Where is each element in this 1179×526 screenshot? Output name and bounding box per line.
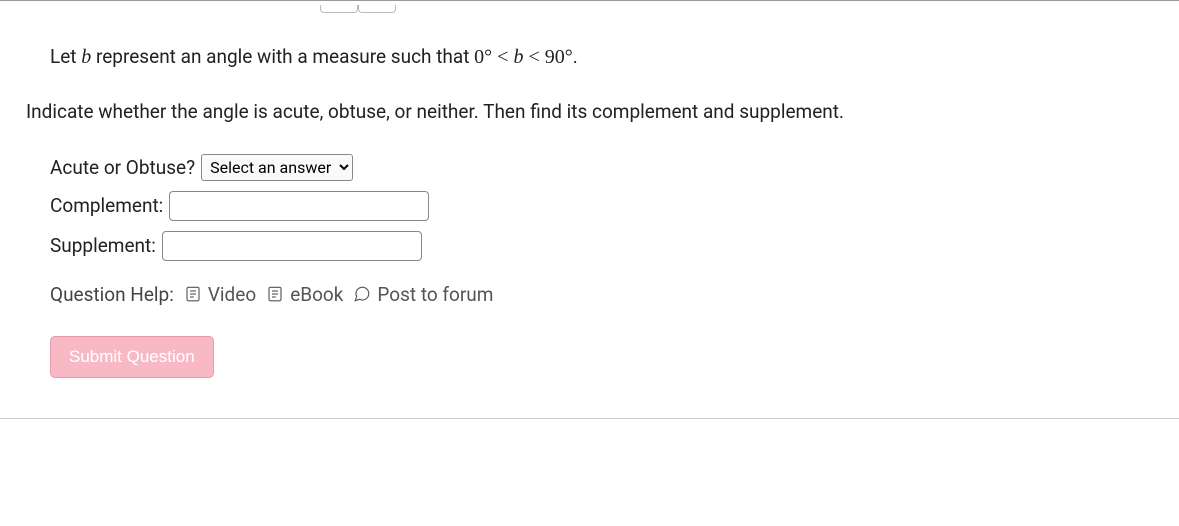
text: Let bbox=[50, 45, 81, 68]
question-help: Question Help: Video eBook bbox=[50, 283, 1149, 306]
row-complement: Complement: bbox=[50, 191, 1149, 221]
row-acute-obtuse: Acute or Obtuse? Select an answer bbox=[50, 154, 1149, 181]
prompt-line-2: Indicate whether the angle is acute, obt… bbox=[26, 99, 1149, 126]
submit-button[interactable]: Submit Question bbox=[50, 336, 214, 378]
math-range: 0° < b < 90° bbox=[474, 46, 573, 68]
variable-b: b bbox=[81, 46, 91, 68]
input-supplement[interactable] bbox=[162, 231, 422, 261]
row-supplement: Supplement: bbox=[50, 231, 1149, 261]
nav-remnant bbox=[320, 5, 1179, 13]
select-acute-obtuse[interactable]: Select an answer bbox=[201, 154, 353, 181]
question-container: Let b represent an angle with a measure … bbox=[0, 0, 1179, 419]
text: . bbox=[573, 45, 578, 68]
label-supplement: Supplement: bbox=[50, 234, 156, 257]
help-ebook-label: eBook bbox=[290, 283, 343, 306]
help-label: Question Help: bbox=[50, 283, 174, 306]
help-forum-link[interactable]: Post to forum bbox=[353, 283, 493, 306]
input-complement[interactable] bbox=[169, 191, 429, 221]
prompt-line-1: Let b represent an angle with a measure … bbox=[50, 43, 1149, 71]
help-ebook-link[interactable]: eBook bbox=[266, 283, 343, 306]
help-forum-label: Post to forum bbox=[377, 283, 493, 306]
video-icon bbox=[184, 285, 202, 303]
question-content: Let b represent an angle with a measure … bbox=[0, 13, 1179, 418]
forum-icon bbox=[353, 285, 371, 303]
ebook-icon bbox=[266, 285, 284, 303]
help-video-label: Video bbox=[208, 283, 256, 306]
label-complement: Complement: bbox=[50, 194, 163, 217]
help-video-link[interactable]: Video bbox=[184, 283, 256, 306]
label-acute-obtuse: Acute or Obtuse? bbox=[50, 156, 195, 179]
text: represent an angle with a measure such t… bbox=[91, 45, 474, 68]
